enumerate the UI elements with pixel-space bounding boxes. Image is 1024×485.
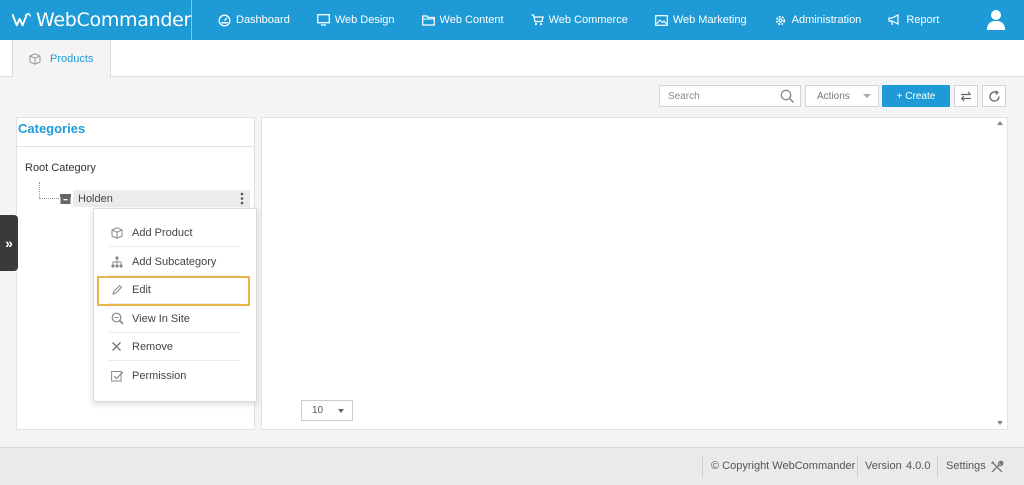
tools-icon[interactable] <box>990 460 1004 474</box>
box-icon <box>29 53 41 65</box>
footer-divider <box>857 457 858 477</box>
nav-label: Report <box>906 14 940 26</box>
cart-icon <box>531 14 544 26</box>
create-label: + Create <box>896 90 936 102</box>
folder-icon <box>421 14 435 26</box>
footer-divider <box>937 457 938 477</box>
dashboard-icon <box>218 14 231 26</box>
user-avatar-icon[interactable] <box>986 9 1006 30</box>
nav-item-web-marketing[interactable]: Web Marketing <box>654 14 747 26</box>
tree-connector <box>39 182 40 198</box>
category-item-holden[interactable]: Holden <box>73 190 250 207</box>
nav-item-web-design[interactable]: Web Design <box>316 14 395 26</box>
actions-label: Actions <box>817 90 850 102</box>
nav-item-web-content[interactable]: Web Content <box>421 14 504 26</box>
scroll-up-arrow-icon[interactable] <box>997 121 1003 125</box>
edit-highlight-box <box>97 276 250 306</box>
nav-label: Dashboard <box>236 14 290 26</box>
search-icon[interactable] <box>780 89 795 104</box>
menu-item-label: Add Product <box>132 226 193 239</box>
menu-item-add-product[interactable]: Add Product <box>108 219 240 247</box>
hierarchy-icon <box>111 255 123 268</box>
footer: © Copyright WebCommander Version 4.0.0 S… <box>0 447 1024 485</box>
sidebar-expand-button[interactable]: » <box>0 215 18 271</box>
page-size-select[interactable]: 10 <box>301 400 353 421</box>
swap-arrows-icon <box>961 91 971 101</box>
chevron-down-icon <box>863 94 871 98</box>
main-nav: Dashboard Web Design Web Content Web Com… <box>218 14 966 27</box>
monitor-icon <box>316 14 330 26</box>
magnify-icon <box>111 312 124 325</box>
image-icon <box>654 14 668 26</box>
menu-item-permission[interactable]: Permission <box>108 362 240 390</box>
create-button[interactable]: + Create <box>882 85 950 107</box>
close-icon <box>112 342 121 351</box>
categories-title: Categories <box>17 118 254 147</box>
top-navigation-bar: WebCommander Dashboard Web Design Web Co… <box>0 0 1024 40</box>
tree-connector <box>39 198 59 199</box>
menu-item-add-subcategory[interactable]: Add Subcategory <box>108 248 240 276</box>
menu-item-label: Remove <box>132 340 173 353</box>
app-name: WebCommander <box>36 9 191 31</box>
nav-label: Web Marketing <box>672 14 747 26</box>
menu-item-remove[interactable]: Remove <box>108 333 240 361</box>
nav-item-dashboard[interactable]: Dashboard <box>218 14 290 27</box>
products-list-panel <box>261 117 1008 430</box>
nav-label: Web Commerce <box>548 14 628 26</box>
nav-item-report[interactable]: Report <box>888 14 939 26</box>
nav-label: Administration <box>791 14 862 26</box>
tab-label: Products <box>50 53 94 65</box>
tab-products[interactable]: Products <box>12 40 111 78</box>
chevron-down-icon <box>338 409 344 413</box>
checkbox-icon <box>111 371 124 382</box>
megaphone-icon <box>888 14 899 26</box>
settings-link[interactable]: Settings <box>946 460 986 472</box>
category-folder-icon <box>60 194 71 204</box>
page-size-value: 10 <box>312 405 324 416</box>
scroll-down-arrow-icon[interactable] <box>997 421 1003 425</box>
swap-button[interactable] <box>954 85 978 107</box>
version-number: 4.0.0 <box>906 460 931 472</box>
box-icon <box>111 226 123 239</box>
menu-item-label: Permission <box>132 370 187 382</box>
nav-item-administration[interactable]: Administration <box>774 14 862 27</box>
search-input[interactable] <box>660 90 778 102</box>
copyright-text: © Copyright WebCommander <box>711 460 856 472</box>
logo[interactable]: WebCommander <box>0 0 192 40</box>
nav-label: Web Design <box>334 14 395 26</box>
kebab-menu-icon[interactable] <box>240 192 244 205</box>
logo-mark-icon <box>12 12 31 27</box>
version-label: Version <box>865 460 902 472</box>
menu-item-label: View In Site <box>132 312 190 325</box>
menu-item-label: Add Subcategory <box>132 255 217 268</box>
root-category[interactable]: Root Category <box>25 162 96 174</box>
gear-icon <box>775 15 785 25</box>
actions-dropdown[interactable]: Actions <box>805 85 879 107</box>
refresh-icon <box>988 89 1000 102</box>
category-label: Holden <box>78 192 113 205</box>
tab-bar: Products <box>0 40 1024 78</box>
double-chevron-right-icon: » <box>5 235 13 251</box>
nav-item-web-commerce[interactable]: Web Commerce <box>531 14 628 26</box>
search-box <box>659 85 801 107</box>
refresh-button[interactable] <box>982 85 1006 107</box>
nav-label: Web Content <box>439 14 504 26</box>
menu-item-view-in-site[interactable]: View In Site <box>108 305 240 333</box>
footer-divider <box>702 457 703 477</box>
